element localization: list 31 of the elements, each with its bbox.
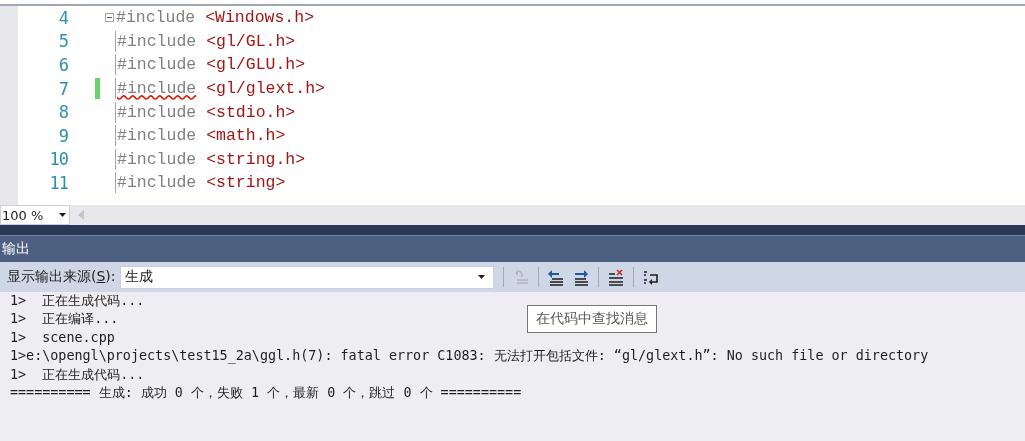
splitter-bar[interactable] [0,225,1025,236]
code-editor[interactable]: 4 #include <Windows.h> 5 #include <gl/GL.h> 6 #include <gl/GLU.h> 7 #include <gl/glext.h> 8 #include <stdio.h> 9 #include <math.h> 10 #include <string.h> 11 #include <string> [0,6,1025,205]
output-line: 1> scene.cpp [10,328,115,347]
code-line: #include <gl/GLU.h> [116,55,306,75]
code-line: #include <string> [116,173,286,193]
source-dropdown[interactable]: 生成 [119,265,494,289]
code-line: #include <math.h> [116,126,286,146]
code-line: #include <gl/glext.h> [116,79,325,99]
output-line: 1> 正在生成代码... [10,365,145,384]
source-label: 显示输出来源(S): [7,268,116,286]
line-number: 4 [57,7,68,28]
line-number: 11 [48,172,68,193]
line-number: 6 [57,55,68,75]
panel-title: 输出 [1,240,30,258]
line-number: 7 [57,78,68,99]
line-number: 9 [57,125,68,146]
output-line: 1>e:\opengl\projects\test15_2a\ggl.h(7): fatal error C1083: 无法打开包括文件: “gl/glext.h”: No such file or directory [10,347,929,366]
line-number: 10 [48,149,68,170]
output-line: ========== 生成: 成功 0 个，失败 1 个，最新 0 个，跳过 0 个 ========== [10,383,522,402]
code-line: #include <string.h> [116,149,306,169]
code-line: #include <gl/GL.h> [116,31,296,51]
line-number: 5 [57,31,68,52]
tooltip: 在代码中查找消息 [527,305,657,333]
caret-icon [477,275,485,279]
zoom-dropdown[interactable]: 100 % [0,205,70,225]
code-line: #include <stdio.h> [116,102,296,122]
code-line: #include <Windows.h> [115,8,315,28]
output-line: 1> 正在编译... [10,310,119,329]
caret-icon [59,213,66,217]
line-number: 8 [57,102,68,123]
output-line: 1> 正在生成代码... [10,292,145,310]
